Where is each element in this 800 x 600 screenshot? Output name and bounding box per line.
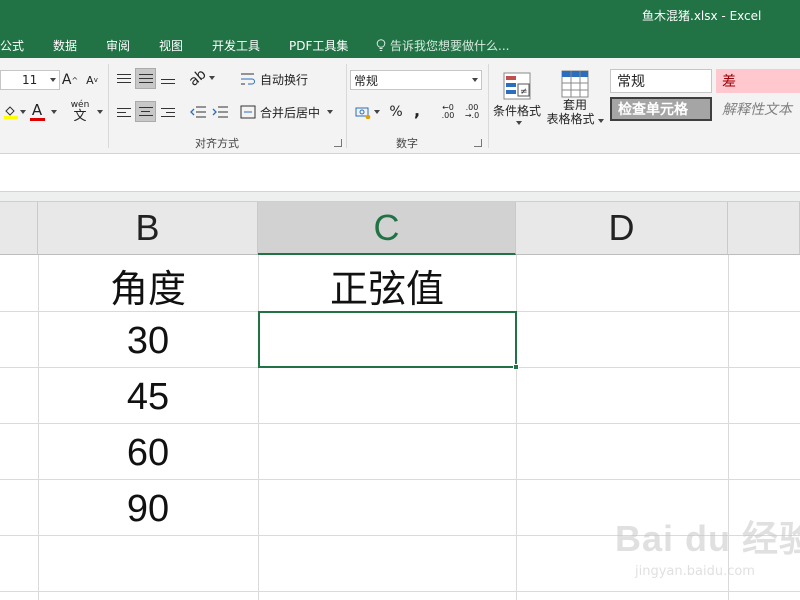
watermark-logo-text: Bai du 经验 — [615, 518, 800, 559]
ribbon: 11 A ^ Av A wén 文 ab 自动换行 合并后居中 对齐方式 常规 … — [0, 58, 800, 154]
sheet-divider — [0, 192, 800, 202]
increase-font-icon[interactable]: A ^ — [62, 70, 78, 90]
wrap-text-button[interactable]: 自动换行 — [240, 69, 314, 89]
column-header-a[interactable] — [0, 202, 38, 255]
tab-developer[interactable]: 开发工具 — [212, 37, 260, 54]
alignment-launcher-icon[interactable] — [334, 139, 342, 147]
decrease-decimal-icon[interactable]: .00 →.0 — [462, 102, 482, 122]
tab-data[interactable]: 数据 — [53, 37, 77, 54]
align-left-icon[interactable] — [114, 102, 134, 122]
cell-b-header[interactable]: 角度 — [38, 257, 258, 313]
tell-me-box[interactable]: 告诉我您想要做什么... — [376, 37, 509, 54]
style-normal[interactable]: 常规 — [610, 69, 712, 93]
align-right-icon[interactable] — [158, 102, 178, 122]
tab-view[interactable]: 视图 — [159, 37, 183, 54]
cell-b-value[interactable]: 90 — [38, 481, 258, 537]
format-as-table-button[interactable]: 套用 表格格式 — [545, 64, 605, 132]
lightbulb-icon — [376, 39, 386, 51]
style-explanatory[interactable]: 解释性文本 — [716, 97, 800, 121]
formula-bar[interactable] — [0, 154, 800, 192]
cell-b-value[interactable]: 30 — [38, 313, 258, 369]
style-bad[interactable]: 差 — [716, 69, 800, 93]
number-format-dropdown[interactable]: 常规 — [350, 70, 482, 90]
decrease-font-icon[interactable]: Av — [84, 70, 100, 90]
column-header-e[interactable] — [728, 202, 800, 255]
align-middle-icon[interactable] — [135, 68, 156, 89]
increase-decimal-icon[interactable]: ←0.00 — [438, 102, 458, 122]
increase-indent-icon[interactable] — [210, 102, 230, 122]
comma-style-button[interactable]: , — [410, 100, 424, 120]
alignment-group-label: 对齐方式 — [195, 137, 239, 150]
phonetic-guide-icon[interactable]: wén 文 — [68, 99, 92, 125]
number-format-value: 常规 — [354, 73, 379, 88]
svg-text:≠: ≠ — [520, 87, 528, 97]
number-launcher-icon[interactable] — [474, 139, 482, 147]
merge-center-icon — [240, 105, 256, 119]
conditional-format-button[interactable]: ≠ 条件格式 — [490, 64, 544, 132]
format-as-table-label-2: 表格格式 — [546, 112, 595, 126]
tab-pdf-tools[interactable]: PDF工具集 — [289, 37, 348, 54]
number-group-label: 数字 — [396, 137, 418, 150]
cell-b-value[interactable]: 45 — [38, 369, 258, 425]
percent-style-button[interactable]: % — [388, 102, 404, 122]
orientation-icon[interactable]: ab — [186, 66, 216, 90]
align-center-icon[interactable] — [135, 101, 156, 122]
align-top-icon[interactable] — [114, 68, 134, 88]
merge-center-label: 合并后居中 — [260, 105, 321, 120]
conditional-format-label: 条件格式 — [492, 103, 541, 118]
conditional-format-icon: ≠ — [503, 72, 531, 99]
tell-me-placeholder: 告诉我您想要做什么... — [390, 39, 510, 53]
cell-c-header[interactable]: 正弦值 — [258, 257, 516, 313]
font-size-value: 11 — [22, 73, 38, 87]
fill-handle[interactable] — [513, 364, 519, 370]
tab-review[interactable]: 审阅 — [106, 37, 130, 54]
column-header-c[interactable]: C — [258, 202, 516, 255]
wrap-text-icon — [241, 73, 255, 85]
format-as-table-label-1: 套用 — [562, 98, 587, 112]
watermark-url: jingyan.baidu.com — [635, 564, 755, 579]
column-header-b[interactable]: B — [38, 202, 258, 255]
decrease-indent-icon[interactable] — [188, 102, 208, 122]
format-as-table-icon — [561, 70, 589, 98]
align-bottom-icon[interactable] — [158, 68, 178, 88]
title-bar: 鱼木混猪.xlsx - Excel 公式 数据 审阅 视图 开发工具 PDF工具… — [0, 0, 800, 58]
column-header-d[interactable]: D — [516, 202, 728, 255]
tab-formulas[interactable]: 公式 — [0, 37, 24, 54]
style-check-cell[interactable]: 检查单元格 — [610, 97, 712, 121]
font-color-icon[interactable]: A — [28, 101, 46, 123]
font-size-dropdown[interactable]: 11 — [0, 70, 60, 90]
wrap-text-label: 自动换行 — [260, 72, 309, 87]
window-title: 鱼木混猪.xlsx - Excel — [642, 9, 762, 23]
selected-cell-c3[interactable] — [258, 311, 517, 368]
baidu-watermark: Bai du 经验 jingyan.baidu.com — [615, 510, 800, 590]
fill-color-icon[interactable] — [0, 101, 22, 123]
accounting-format-icon[interactable] — [352, 102, 382, 122]
cell-b-value[interactable]: 60 — [38, 425, 258, 481]
merge-center-button[interactable]: 合并后居中 — [240, 102, 340, 122]
